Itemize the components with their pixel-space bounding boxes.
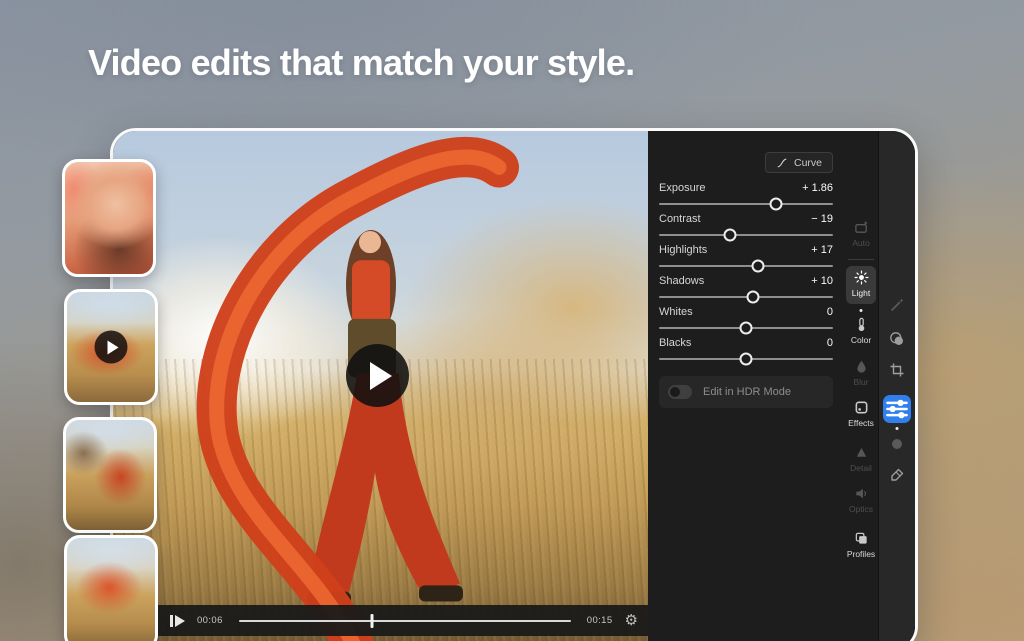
category-label: Detail [850, 463, 872, 473]
slider-value: − 19 [811, 213, 833, 225]
slider-track[interactable] [659, 226, 833, 244]
category-label: Color [851, 335, 871, 345]
page-title: Video edits that match your style. [88, 42, 634, 84]
duration: 00:15 [587, 615, 613, 626]
tool-edit-selected[interactable] [883, 395, 911, 423]
filmstrip-thumbnail-3[interactable] [63, 417, 157, 533]
effects-icon [854, 400, 869, 415]
slider-value: + 17 [811, 244, 833, 256]
thumbnail-play-button[interactable] [95, 331, 128, 364]
eraser-icon [889, 467, 905, 483]
slider-blacks: Blacks 0 [659, 337, 833, 368]
slider-highlights: Highlights + 17 [659, 244, 833, 275]
category-color[interactable]: Color [844, 317, 878, 345]
slider-track[interactable] [659, 319, 833, 337]
slider-contrast: Contrast − 19 [659, 213, 833, 244]
curve-button[interactable]: Curve [765, 152, 833, 173]
slider-label: Contrast [659, 213, 701, 225]
tool-crop[interactable] [879, 362, 915, 378]
slider-label: Shadows [659, 275, 704, 287]
slider-label: Exposure [659, 182, 705, 194]
slider-value: 0 [827, 337, 833, 349]
detail-triangle-icon [854, 445, 869, 460]
video-player-bar: 00:06 00:15 ⚙ [113, 605, 648, 636]
scrubber-track[interactable] [239, 614, 571, 628]
category-profiles[interactable]: Profiles [844, 531, 878, 559]
slider-value: + 10 [811, 275, 833, 287]
category-blur[interactable]: Blur [844, 359, 878, 387]
filmstrip-thumbnail-4[interactable] [64, 535, 158, 641]
tool-healing[interactable] [879, 436, 915, 452]
slider-shadows: Shadows + 10 [659, 275, 833, 306]
slider-track[interactable] [659, 195, 833, 213]
optics-icon [854, 486, 869, 501]
healing-icon [889, 436, 905, 452]
category-label: Effects [848, 418, 874, 428]
edit-panel: Curve Exposure + 1.86 Contrast − 19 [648, 131, 915, 641]
slider-knob[interactable] [740, 353, 753, 366]
light-modified-dot [860, 309, 863, 312]
category-optics[interactable]: Optics [844, 486, 878, 514]
filmstrip-thumbnail-2[interactable] [64, 289, 158, 405]
slider-knob[interactable] [724, 229, 737, 242]
slider-value: 0 [827, 306, 833, 318]
slider-track[interactable] [659, 288, 833, 306]
hdr-toggle[interactable] [668, 385, 692, 399]
slider-exposure: Exposure + 1.86 [659, 182, 833, 213]
auto-icon [854, 220, 869, 235]
tool-rail [878, 131, 915, 641]
slider-label: Whites [659, 306, 693, 318]
adjustment-category-rail: Auto Light [844, 131, 878, 641]
slider-label: Blacks [659, 337, 691, 349]
player-settings-gear-icon[interactable]: ⚙ [625, 613, 638, 628]
category-light[interactable]: Light [844, 270, 878, 298]
playback-play-icon[interactable] [170, 615, 185, 627]
tool-masking[interactable] [879, 331, 915, 347]
category-detail[interactable]: Detail [844, 445, 878, 473]
filmstrip-thumbnail-1[interactable] [62, 159, 156, 277]
category-label: Auto [852, 238, 870, 248]
slider-knob[interactable] [746, 291, 759, 304]
current-time: 00:06 [197, 615, 223, 626]
slider-value: + 1.86 [802, 182, 833, 194]
video-preview: 00:06 00:15 ⚙ [113, 131, 648, 641]
crop-rotate-icon [889, 362, 905, 378]
category-auto[interactable]: Auto [844, 220, 878, 248]
category-label: Profiles [847, 549, 875, 559]
slider-knob[interactable] [752, 260, 765, 273]
category-effects[interactable]: Effects [844, 400, 878, 428]
curve-icon [776, 157, 788, 169]
light-sun-icon [854, 270, 869, 285]
edit-sliders-icon [883, 395, 911, 423]
category-label: Optics [849, 504, 873, 514]
hdr-mode-row[interactable]: Edit in HDR Mode [659, 376, 833, 408]
hdr-label: Edit in HDR Mode [703, 386, 791, 398]
rail-divider [848, 259, 874, 260]
profiles-layers-icon [854, 531, 869, 546]
slider-track[interactable] [659, 350, 833, 368]
tool-eraser[interactable] [879, 467, 915, 483]
playhead[interactable] [370, 614, 373, 628]
slider-track[interactable] [659, 257, 833, 275]
play-icon [107, 340, 118, 354]
video-play-button[interactable] [346, 344, 409, 407]
scrubber-line [239, 620, 571, 622]
slider-knob[interactable] [769, 198, 782, 211]
page: { "headline": "Video edits that match yo… [0, 0, 1024, 641]
light-sliders-panel: Curve Exposure + 1.86 Contrast − 19 [648, 131, 844, 641]
blur-droplet-icon [854, 359, 869, 374]
color-thermometer-icon [854, 317, 869, 332]
category-label: Blur [853, 377, 868, 387]
masking-icon [889, 331, 905, 347]
edit-modified-dot [896, 427, 899, 430]
slider-whites: Whites 0 [659, 306, 833, 337]
curve-button-label: Curve [794, 157, 822, 169]
slider-label: Highlights [659, 244, 707, 256]
play-icon [370, 362, 392, 390]
tool-wand[interactable] [879, 297, 915, 313]
category-label: Light [852, 288, 870, 298]
magic-wand-icon [889, 297, 905, 313]
slider-knob[interactable] [740, 322, 753, 335]
app-window: 00:06 00:15 ⚙ Curve [110, 128, 918, 641]
